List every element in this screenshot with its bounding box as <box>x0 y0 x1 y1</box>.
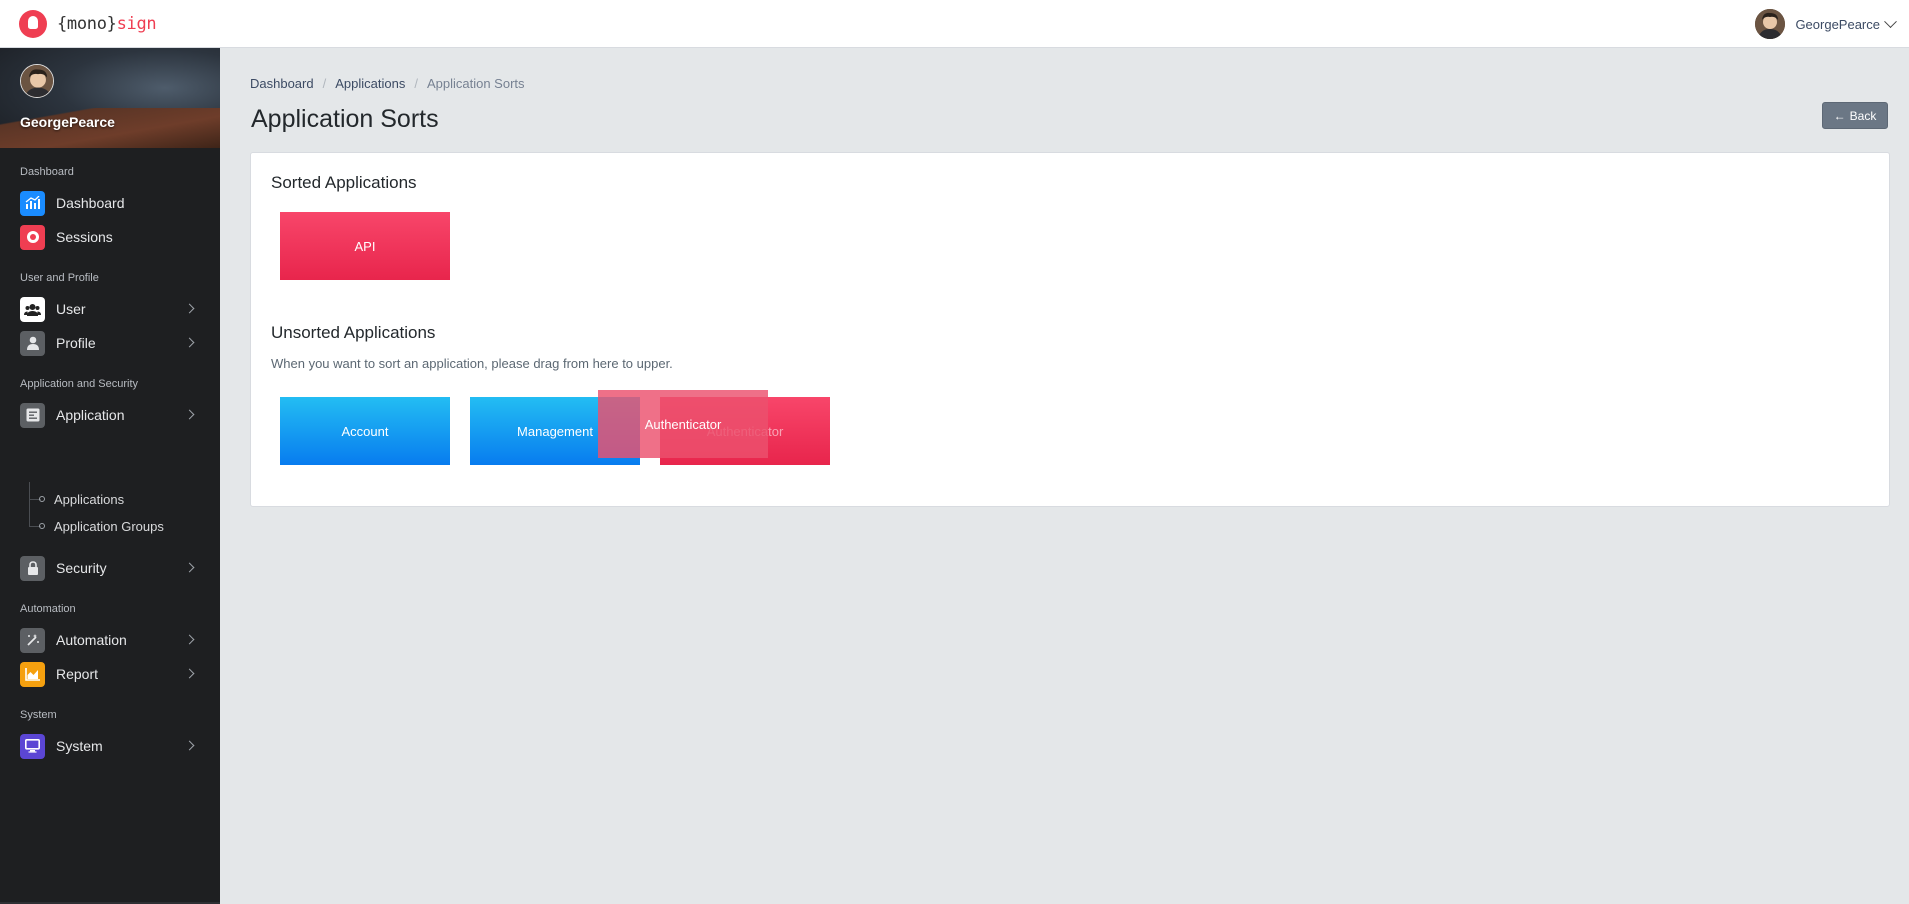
sidebar-username: GeorgePearce <box>20 114 115 130</box>
sidebar-subitem-label: Applications <box>54 491 125 507</box>
record-icon <box>20 224 45 250</box>
chevron-right-icon <box>184 634 195 645</box>
top-header: {mono}sign GeorgePearce <box>0 0 1909 48</box>
magic-wand-icon <box>20 627 45 653</box>
sorted-applications-title: Sorted Applications <box>271 173 417 192</box>
application-icon <box>20 402 45 428</box>
sidebar-item-label: Automation <box>56 632 127 648</box>
back-button[interactable]: ← Back <box>1822 102 1888 129</box>
sidebar-subitem-label: Application Groups <box>54 518 164 534</box>
sidebar-item-report[interactable]: Report <box>0 657 220 691</box>
application-sorts-card: Sorted Applications API Unsorted Applica… <box>250 152 1890 507</box>
unsorted-applications-title: Unsorted Applications <box>271 323 436 342</box>
sidebar: GeorgePearce Dashboard Dashboard Session… <box>0 48 220 904</box>
app-logo[interactable]: {mono}sign <box>19 10 157 38</box>
breadcrumb-applications[interactable]: Applications <box>335 76 405 91</box>
sidebar-item-label: Sessions <box>56 229 113 245</box>
lightbulb-icon <box>19 10 47 38</box>
chevron-right-icon <box>184 740 195 751</box>
breadcrumb-separator: / <box>414 76 418 91</box>
breadcrumb: Dashboard / Applications / Application S… <box>250 76 525 91</box>
nav-section-application-security: Application and Security <box>20 378 139 390</box>
avatar[interactable] <box>20 64 54 98</box>
avatar <box>1755 9 1786 39</box>
sidebar-item-security[interactable]: Security <box>0 551 220 585</box>
sidebar-item-label: Report <box>56 666 99 682</box>
chevron-down-icon <box>1884 14 1897 28</box>
arrow-left-icon: ← <box>1833 108 1846 123</box>
sidebar-item-label: User <box>56 301 86 317</box>
chevron-right-icon <box>184 337 195 348</box>
breadcrumb-dashboard[interactable]: Dashboard <box>250 76 314 91</box>
app-tile-label: Authenticator <box>644 416 722 432</box>
sidebar-item-label: System <box>56 738 103 754</box>
app-tile-label: Account <box>341 423 389 439</box>
circle-icon <box>39 496 45 502</box>
sidebar-item-sessions[interactable]: Sessions <box>0 220 220 254</box>
nav-section-automation: Automation <box>20 603 76 615</box>
sidebar-item-system[interactable]: System <box>0 729 220 763</box>
sidebar-subitem-application-groups[interactable]: Application Groups <box>29 515 164 537</box>
unsorted-applications-description: When you want to sort an application, pl… <box>271 356 673 371</box>
sidebar-subitem-applications[interactable]: Applications <box>29 488 124 510</box>
sidebar-item-label: Profile <box>56 335 96 351</box>
sidebar-item-label: Security <box>56 560 107 576</box>
nav-section-system: System <box>20 709 57 721</box>
sidebar-profile: GeorgePearce <box>0 48 220 148</box>
app-tile-dragging[interactable]: Authenticator <box>598 390 768 458</box>
chevron-right-icon <box>184 303 195 314</box>
app-tile-label: API <box>354 238 376 254</box>
lock-icon <box>20 555 45 581</box>
sidebar-item-application[interactable]: Application <box>0 398 220 432</box>
sidebar-item-label: Dashboard <box>56 195 125 211</box>
sidebar-item-label: Application <box>56 407 125 423</box>
monitor-icon <box>20 733 45 759</box>
back-button-label: Back <box>1849 108 1877 123</box>
app-tile-api[interactable]: API <box>280 212 450 280</box>
page-title: Application Sorts <box>251 105 439 133</box>
app-tile-account[interactable]: Account <box>280 397 450 465</box>
user-menu[interactable]: GeorgePearce <box>1755 8 1897 40</box>
sidebar-item-user[interactable]: User <box>0 292 220 326</box>
logo-text: {mono}sign <box>57 14 157 34</box>
breadcrumb-separator: / <box>322 76 327 91</box>
chart-icon <box>20 190 45 216</box>
chevron-right-icon <box>184 668 195 679</box>
sidebar-item-profile[interactable]: Profile <box>0 326 220 360</box>
chevron-right-icon <box>184 409 195 420</box>
nav-section-dashboard: Dashboard <box>20 166 74 178</box>
circle-icon <box>39 523 45 529</box>
sidebar-item-automation[interactable]: Automation <box>0 623 220 657</box>
app-tile-label: Management <box>517 423 593 439</box>
area-chart-icon <box>20 661 45 687</box>
person-icon <box>20 330 45 356</box>
nav-section-user-profile: User and Profile <box>20 272 99 284</box>
chevron-right-icon <box>184 562 195 573</box>
sidebar-item-dashboard[interactable]: Dashboard <box>0 186 220 220</box>
user-menu-name: GeorgePearce <box>1795 16 1880 32</box>
users-icon <box>20 296 45 322</box>
breadcrumb-current: Application Sorts <box>426 76 525 91</box>
